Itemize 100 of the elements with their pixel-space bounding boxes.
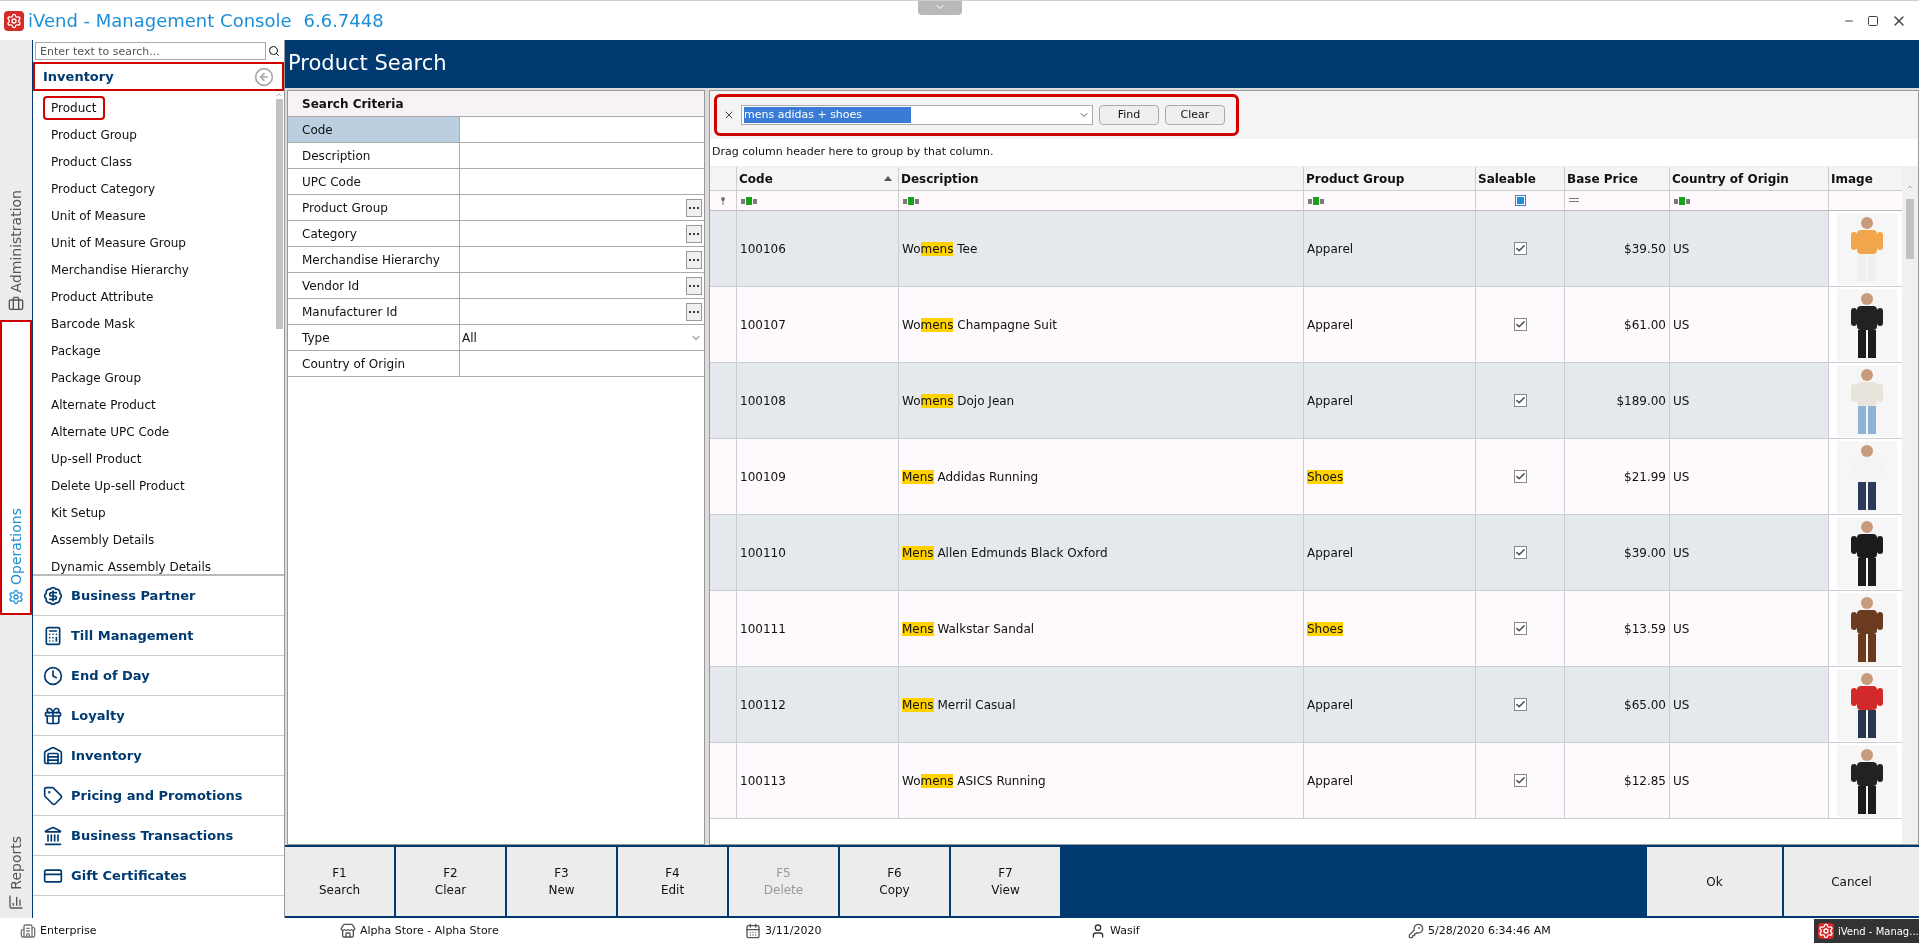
sidebar-item[interactable]: Kit Setup [43, 500, 114, 525]
checkbox[interactable] [1513, 470, 1527, 483]
table-cell-text: 100111 [740, 620, 786, 638]
table-cell-text: US [1673, 316, 1690, 334]
checkbox[interactable] [1513, 242, 1527, 255]
table-cell-text: $39.50 [1624, 240, 1666, 258]
table-row[interactable]: 100113 Womens ASICS Running Apparel $12.85 US [710, 743, 1902, 819]
function-key-button[interactable]: F6 Copy [840, 847, 949, 916]
table-row[interactable]: 100111 Mens Walkstar Sandal Shoes $13.59 US [710, 591, 1902, 667]
section-header[interactable]: Inventory [33, 62, 284, 91]
pin-icon [720, 196, 726, 205]
table-row[interactable]: 100107 Womens Champagne Suit Apparel $61.00 US [710, 287, 1902, 363]
sidebar-item[interactable]: Alternate Product [43, 392, 164, 417]
scroll-thumb[interactable] [1906, 199, 1914, 259]
table-row[interactable]: 100110 Mens Allen Edmunds Black Oxford Apparel $39.00 US [710, 515, 1902, 591]
collapse-tab[interactable] [918, 1, 962, 15]
toolbar-button[interactable]: Find [1099, 105, 1159, 125]
sidebar-item[interactable]: Assembly Details [43, 527, 163, 552]
sidebar-item[interactable]: Merchandise Hierarchy [43, 257, 197, 282]
table-row[interactable]: 100106 Womens Tee Apparel $39.50 US [710, 211, 1902, 287]
category-item[interactable]: Pricing and Promotions [33, 776, 284, 816]
table-cell-text: US [1673, 544, 1690, 562]
category-item[interactable]: Till Management [33, 616, 284, 656]
sidebar-item[interactable]: Product Class [43, 149, 140, 174]
taskbar-item[interactable]: iVend - Manag... [1814, 919, 1919, 943]
table-cell-text: Mens Merril Casual [902, 696, 1016, 714]
search-field[interactable]: Enter text to search... [35, 42, 266, 60]
checkbox[interactable] [1513, 318, 1527, 331]
category-item[interactable]: Inventory [33, 736, 284, 776]
sidebar-item[interactable]: Delete Up-sell Product [43, 473, 193, 498]
key-icon [1408, 923, 1424, 939]
field-label: Vendor Id [288, 273, 460, 298]
ellipsis-icon[interactable] [686, 198, 702, 217]
ellipsis-icon[interactable] [686, 302, 702, 321]
function-key-button[interactable]: F2 Clear [396, 847, 505, 916]
table-row[interactable]: 100108 Womens Dojo Jean Apparel $189.00 US [710, 363, 1902, 439]
table-cell-text: US [1673, 392, 1690, 410]
close-icon[interactable] [723, 109, 735, 121]
field-label: Product Group [288, 195, 460, 220]
function-key-button[interactable]: F7 View [951, 847, 1060, 916]
calculator-icon [43, 625, 63, 646]
back-icon[interactable] [254, 66, 274, 87]
table-cell-text: Apparel [1307, 544, 1354, 562]
sidebar-item[interactable]: Product [43, 95, 105, 120]
table-row[interactable]: 100112 Mens Merril Casual Apparel $65.00 US [710, 667, 1902, 743]
checkbox[interactable] [1513, 622, 1527, 635]
toolbar-button[interactable]: Clear [1165, 105, 1225, 125]
column-header[interactable]: Description [898, 167, 1303, 190]
function-key-button[interactable]: F1 Search [285, 847, 394, 916]
sidebar-item[interactable]: Alternate UPC Code [43, 419, 178, 444]
panel-header: Search Criteria [288, 91, 704, 117]
vertical-tab[interactable]: Administration [0, 40, 32, 320]
category-item[interactable]: Business Partner [33, 576, 284, 616]
dialog-button[interactable]: Cancel [1784, 847, 1919, 916]
sidebar-item[interactable]: Up-sell Product [43, 446, 150, 471]
restore-icon[interactable] [1867, 14, 1879, 27]
sidebar-item[interactable]: Unit of Measure [43, 203, 154, 228]
column-header[interactable]: Saleable [1475, 167, 1564, 190]
sidebar-item[interactable]: Product Category [43, 176, 164, 201]
column-header[interactable]: Country of Origin [1669, 167, 1828, 190]
vertical-tab[interactable]: Reports [0, 615, 32, 918]
ellipsis-icon[interactable] [686, 276, 702, 295]
checkbox[interactable] [1513, 698, 1527, 711]
scroll-thumb[interactable] [275, 99, 283, 329]
table-cell-text: US [1673, 468, 1690, 486]
column-header[interactable]: Product Group [1303, 167, 1475, 190]
table-row[interactable]: 100109 Mens Addidas Running Shoes $21.99 US [710, 439, 1902, 515]
dropdown-field[interactable]: All [460, 325, 704, 350]
dialog-button[interactable]: Ok [1647, 847, 1782, 916]
sidebar-item[interactable]: Barcode Mask [43, 311, 143, 336]
sidebar-item[interactable]: Package [43, 338, 109, 363]
sidebar-item[interactable]: Product Attribute [43, 284, 162, 309]
checkbox[interactable] [1513, 394, 1527, 407]
table-cell-text: Apparel [1307, 392, 1354, 410]
category-item[interactable]: Business Transactions [33, 816, 284, 856]
column-header[interactable]: Code [736, 167, 898, 190]
category-item[interactable]: End of Day [33, 656, 284, 696]
function-key-button[interactable]: F3 New [507, 847, 616, 916]
category-item[interactable]: Gift Certificates [33, 856, 284, 896]
scroll-up-icon[interactable] [1906, 183, 1914, 191]
checkbox[interactable] [1513, 546, 1527, 559]
sidebar-item[interactable]: Package Group [43, 365, 150, 390]
sidebar-item[interactable]: Product Group [43, 122, 145, 147]
column-header[interactable]: Base Price [1564, 167, 1669, 190]
sidebar-item[interactable]: Dynamic Assembly Details [43, 554, 219, 579]
ellipsis-icon[interactable] [686, 250, 702, 269]
field-label: Manufacturer Id [288, 299, 460, 324]
search-field[interactable]: mens adidas + shoes [741, 105, 1093, 125]
vertical-tab[interactable]: Operations [0, 320, 32, 615]
field-label: Type [288, 325, 460, 350]
status-text: Enterprise [40, 922, 97, 939]
ellipsis-icon[interactable] [686, 224, 702, 243]
scrollbar[interactable] [1902, 167, 1918, 844]
table-cell-text: Apparel [1307, 316, 1354, 334]
function-key-button[interactable]: F4 Edit [618, 847, 727, 916]
checkbox[interactable] [1513, 774, 1527, 787]
scroll-up-icon[interactable] [275, 91, 283, 99]
sidebar-item[interactable]: Unit of Measure Group [43, 230, 194, 255]
search-icon[interactable] [268, 45, 280, 57]
category-item[interactable]: Loyalty [33, 696, 284, 736]
